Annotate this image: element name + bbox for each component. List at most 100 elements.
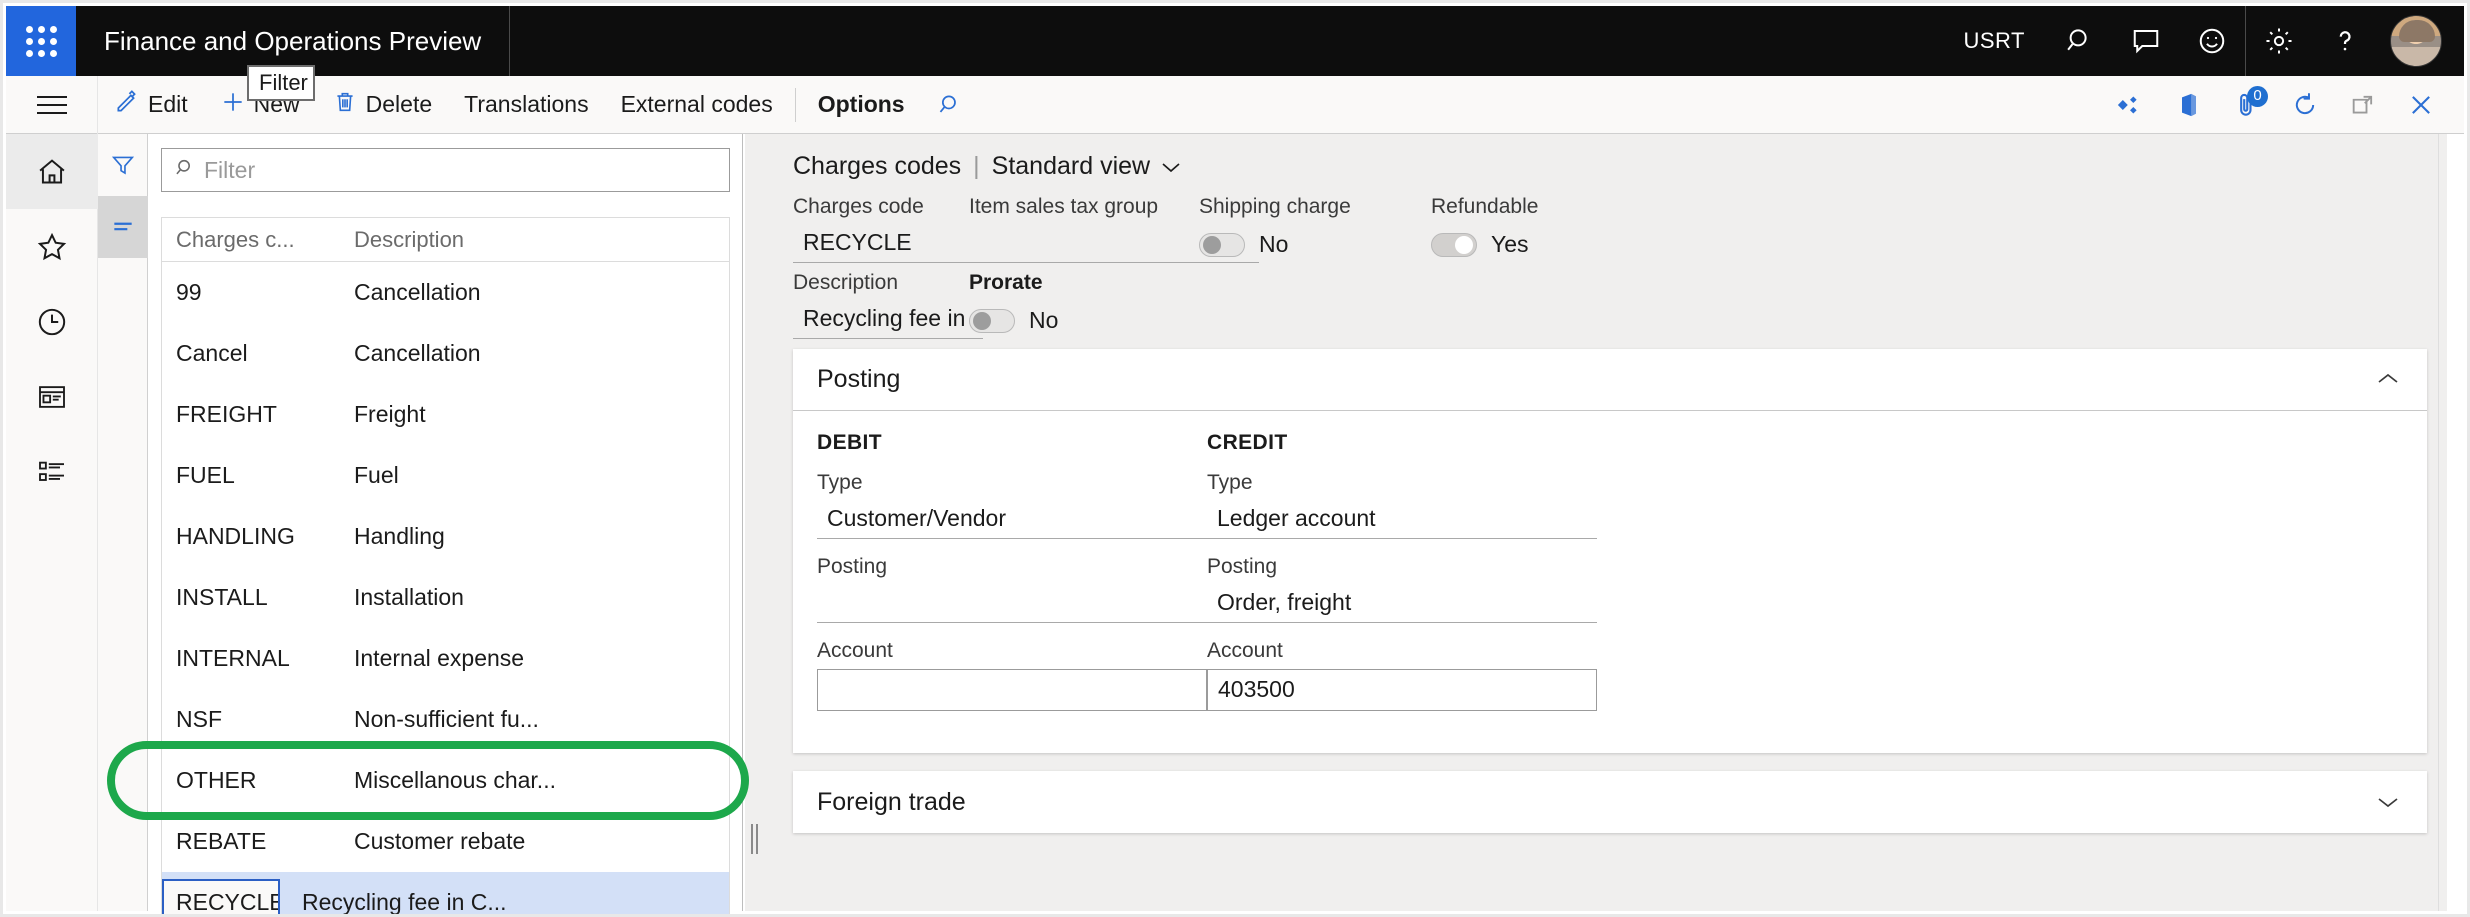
plus-icon bbox=[220, 89, 246, 121]
view-selector[interactable]: Standard view bbox=[992, 152, 1182, 181]
external-codes-label: External codes bbox=[621, 91, 773, 118]
list-icon[interactable] bbox=[98, 196, 148, 258]
table-row[interactable]: INTERNALInternal expense bbox=[162, 628, 729, 689]
edit-label: Edit bbox=[148, 91, 188, 118]
column-header-description[interactable]: Description bbox=[340, 227, 729, 253]
cell-charges-code[interactable]: HANDLING bbox=[162, 523, 340, 550]
credit-posting-label: Posting bbox=[1207, 555, 1597, 579]
sidebar-item-recent[interactable] bbox=[6, 284, 98, 359]
cell-charges-code[interactable]: Cancel bbox=[162, 340, 340, 367]
debit-posting-value[interactable] bbox=[817, 585, 1207, 623]
pane-splitter[interactable] bbox=[745, 134, 769, 911]
cell-description[interactable]: Freight bbox=[340, 401, 729, 428]
shipping-charge-toggle-row: No bbox=[1199, 231, 1449, 258]
help-icon[interactable] bbox=[2312, 6, 2378, 76]
cell-description[interactable]: Cancellation bbox=[340, 279, 729, 306]
cell-charges-code[interactable]: FUEL bbox=[162, 462, 340, 489]
shipping-charge-toggle[interactable] bbox=[1199, 233, 1245, 257]
edit-button[interactable]: Edit bbox=[98, 76, 204, 134]
prorate-field: Prorate No bbox=[969, 271, 1169, 334]
filter-icon[interactable] bbox=[98, 134, 148, 196]
table-row[interactable]: CancelCancellation bbox=[162, 323, 729, 384]
refundable-field: Refundable Yes bbox=[1431, 195, 1681, 258]
cell-charges-code[interactable]: REBATE bbox=[162, 828, 340, 855]
cell-charges-code[interactable]: NSF bbox=[162, 706, 340, 733]
cell-charges-code[interactable]: RECYCLE bbox=[162, 879, 280, 917]
cell-description[interactable]: Recycling fee in C... bbox=[280, 889, 729, 916]
posting-section-header[interactable]: Posting bbox=[793, 349, 2427, 411]
cell-description[interactable]: Cancellation bbox=[340, 340, 729, 367]
table-row[interactable]: 99Cancellation bbox=[162, 262, 729, 323]
table-row[interactable]: FUELFuel bbox=[162, 445, 729, 506]
sidebar-item-home[interactable] bbox=[6, 134, 98, 209]
feedback-icon[interactable] bbox=[2113, 6, 2179, 76]
close-icon[interactable] bbox=[2392, 76, 2450, 134]
cell-charges-code[interactable]: INTERNAL bbox=[162, 645, 340, 672]
credit-account-input[interactable]: 403500 bbox=[1207, 669, 1597, 711]
smiley-icon[interactable] bbox=[2179, 6, 2245, 76]
cell-description[interactable]: Internal expense bbox=[340, 645, 729, 672]
breadcrumb-separator: | bbox=[973, 152, 980, 181]
chevron-up-icon[interactable] bbox=[2375, 365, 2401, 394]
table-row[interactable]: FREIGHTFreight bbox=[162, 384, 729, 445]
personalize-icon[interactable] bbox=[2102, 76, 2160, 134]
table-row[interactable]: REBATECustomer rebate bbox=[162, 811, 729, 872]
company-selector[interactable]: USRT bbox=[1942, 6, 2048, 76]
cell-description[interactable]: Handling bbox=[340, 523, 729, 550]
trash-icon bbox=[332, 89, 358, 121]
sidebar-item-workspaces[interactable] bbox=[6, 359, 98, 434]
office-icon[interactable] bbox=[2160, 76, 2218, 134]
refundable-toggle[interactable] bbox=[1431, 233, 1477, 257]
detail-scrollbar[interactable] bbox=[2438, 134, 2447, 911]
cell-description[interactable]: Non-sufficient fu... bbox=[340, 706, 729, 733]
avatar[interactable] bbox=[2390, 15, 2442, 67]
cell-description[interactable]: Customer rebate bbox=[340, 828, 729, 855]
gear-icon[interactable] bbox=[2246, 6, 2312, 76]
table-row[interactable]: NSFNon-sufficient fu... bbox=[162, 689, 729, 750]
credit-type-value[interactable]: Ledger account bbox=[1207, 501, 1597, 539]
app-launcher-waffle-icon[interactable] bbox=[6, 6, 76, 76]
cell-charges-code[interactable]: OTHER bbox=[162, 767, 340, 794]
popout-icon[interactable] bbox=[2334, 76, 2392, 134]
credit-type-field: Type Ledger account bbox=[1207, 471, 1597, 539]
foreign-trade-section-title: Foreign trade bbox=[817, 788, 966, 817]
cell-description[interactable]: Miscellanous char... bbox=[340, 767, 729, 794]
cell-description[interactable]: Installation bbox=[340, 584, 729, 611]
delete-button[interactable]: Delete bbox=[316, 76, 448, 134]
table-row[interactable]: HANDLINGHandling bbox=[162, 506, 729, 567]
search-icon[interactable] bbox=[2047, 6, 2113, 76]
hamburger-lines bbox=[37, 90, 67, 120]
cell-charges-code[interactable]: FREIGHT bbox=[162, 401, 340, 428]
debit-posting-label: Posting bbox=[817, 555, 1207, 579]
translations-button[interactable]: Translations bbox=[448, 76, 604, 134]
pencil-icon bbox=[114, 89, 140, 121]
table-row[interactable]: OTHERMiscellanous char... bbox=[162, 750, 729, 811]
cell-charges-code[interactable]: 99 bbox=[162, 279, 340, 306]
cell-description[interactable]: Fuel bbox=[340, 462, 729, 489]
cell-charges-code[interactable]: INSTALL bbox=[162, 584, 340, 611]
credit-type-label: Type bbox=[1207, 471, 1597, 495]
column-header-charges-code[interactable]: Charges c... bbox=[162, 227, 340, 253]
refundable-value: Yes bbox=[1491, 231, 1529, 258]
sidebar-item-modules[interactable] bbox=[6, 434, 98, 509]
splitter-handle[interactable] bbox=[751, 824, 761, 854]
debit-type-value[interactable]: Customer/Vendor bbox=[817, 501, 1207, 539]
breadcrumb-title[interactable]: Charges codes bbox=[793, 152, 961, 181]
external-codes-button[interactable]: External codes bbox=[605, 76, 789, 134]
sidebar-item-favorites[interactable] bbox=[6, 209, 98, 284]
credit-posting-value[interactable]: Order, freight bbox=[1207, 585, 1597, 623]
debit-account-input[interactable] bbox=[817, 669, 1207, 711]
chevron-down-icon[interactable] bbox=[2375, 788, 2401, 817]
filter-input[interactable] bbox=[204, 157, 717, 184]
attachments-icon[interactable]: 0 bbox=[2218, 76, 2276, 134]
table-row[interactable]: RECYCLERecycling fee in C... bbox=[162, 872, 729, 917]
refresh-icon[interactable] bbox=[2276, 76, 2334, 134]
description-value[interactable]: Recycling fee in CA s... bbox=[793, 301, 983, 339]
options-button[interactable]: Options bbox=[802, 76, 921, 134]
table-row[interactable]: INSTALLInstallation bbox=[162, 567, 729, 628]
foreign-trade-section-header[interactable]: Foreign trade bbox=[793, 771, 2427, 833]
prorate-toggle[interactable] bbox=[969, 309, 1015, 333]
hamburger-icon[interactable] bbox=[6, 76, 98, 134]
command-search-icon[interactable] bbox=[921, 76, 979, 134]
filter-search-box[interactable] bbox=[161, 148, 730, 192]
